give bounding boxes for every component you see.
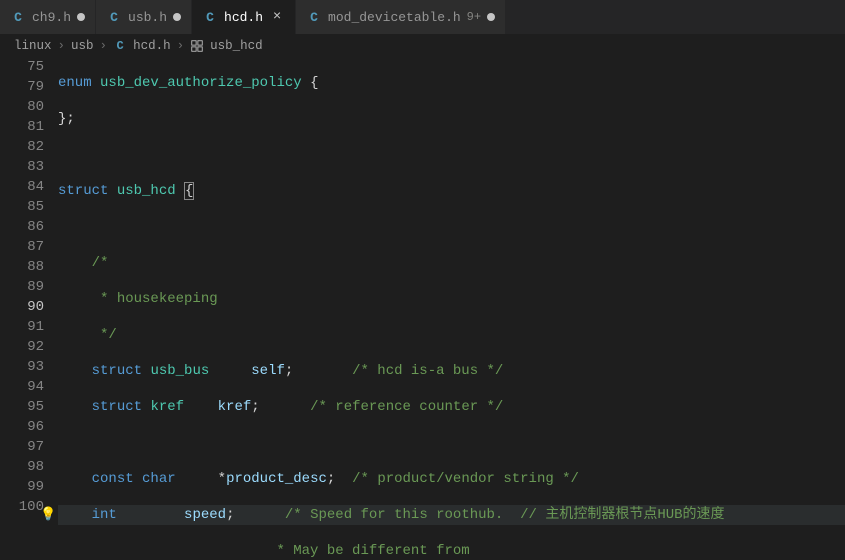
close-icon[interactable]: × xyxy=(269,9,285,25)
dirty-indicator-icon xyxy=(173,13,181,21)
line-number-gutter: 7579808182838485868788899091929394959697… xyxy=(0,57,58,560)
line-number: 75 xyxy=(0,57,44,77)
line-number: 80 xyxy=(0,97,44,117)
tab-usb[interactable]: C usb.h xyxy=(96,0,192,34)
code-area[interactable]: enum usb_dev_authorize_policy { }; struc… xyxy=(58,57,845,560)
line-number: 99 xyxy=(0,477,44,497)
line-number: 93 xyxy=(0,357,44,377)
c-lang-icon: C xyxy=(202,9,218,25)
editor[interactable]: 7579808182838485868788899091929394959697… xyxy=(0,57,845,560)
code-line[interactable]: /* xyxy=(58,253,845,273)
code-line[interactable]: }; xyxy=(58,109,845,129)
line-number: 98 xyxy=(0,457,44,477)
line-number: 82 xyxy=(0,137,44,157)
chevron-right-icon: › xyxy=(100,39,108,53)
tab-label: ch9.h xyxy=(32,10,71,25)
line-number: 87 xyxy=(0,237,44,257)
tab-ch9[interactable]: C ch9.h xyxy=(0,0,96,34)
code-line[interactable]: */ xyxy=(58,325,845,345)
code-line[interactable] xyxy=(58,433,845,453)
code-line[interactable] xyxy=(58,145,845,165)
breadcrumb: linux › usb › C hcd.h › usb_hcd xyxy=(0,35,845,57)
line-number: 94 xyxy=(0,377,44,397)
chevron-right-icon: › xyxy=(177,39,185,53)
c-lang-icon: C xyxy=(306,9,322,25)
line-number: 95 xyxy=(0,397,44,417)
breadcrumb-segment[interactable]: hcd.h xyxy=(133,39,171,53)
tab-label: mod_devicetable.h xyxy=(328,10,461,25)
line-number: 91 xyxy=(0,317,44,337)
lightbulb-icon[interactable]: 💡 xyxy=(40,505,56,525)
tab-bar: C ch9.h C usb.h C hcd.h × C mod_deviceta… xyxy=(0,0,845,35)
line-number: 79 xyxy=(0,77,44,97)
tab-suffix: 9+ xyxy=(467,10,481,24)
tab-mod-devicetable[interactable]: C mod_devicetable.h 9+ xyxy=(296,0,506,34)
code-line[interactable]: struct kref kref; /* reference counter *… xyxy=(58,397,845,417)
c-lang-icon: C xyxy=(10,9,26,25)
code-line[interactable]: struct usb_bus self; /* hcd is-a bus */ xyxy=(58,361,845,381)
code-line[interactable]: struct usb_hcd { xyxy=(58,181,845,201)
breadcrumb-segment[interactable]: linux xyxy=(14,39,52,53)
code-line[interactable]: * May be different from xyxy=(58,541,845,560)
line-number: 96 xyxy=(0,417,44,437)
code-line[interactable]: * housekeeping xyxy=(58,289,845,309)
line-number: 86 xyxy=(0,217,44,237)
line-number: 85 xyxy=(0,197,44,217)
line-number: 84 xyxy=(0,177,44,197)
dirty-indicator-icon xyxy=(487,13,495,21)
code-line[interactable]: const char *product_desc; /* product/ven… xyxy=(58,469,845,489)
line-number: 90 xyxy=(0,297,44,317)
c-lang-icon: C xyxy=(106,9,122,25)
code-line[interactable]: 💡 int speed; /* Speed for this roothub. … xyxy=(58,505,845,525)
struct-symbol-icon xyxy=(190,39,204,53)
line-number: 89 xyxy=(0,277,44,297)
line-number: 92 xyxy=(0,337,44,357)
dirty-indicator-icon xyxy=(77,13,85,21)
tab-label: usb.h xyxy=(128,10,167,25)
breadcrumb-segment[interactable]: usb xyxy=(71,39,94,53)
c-lang-icon: C xyxy=(113,39,127,53)
line-number: 81 xyxy=(0,117,44,137)
line-number: 100 xyxy=(0,497,44,517)
tab-label: hcd.h xyxy=(224,10,263,25)
code-line[interactable] xyxy=(58,217,845,237)
breadcrumb-segment[interactable]: usb_hcd xyxy=(210,39,263,53)
line-number: 97 xyxy=(0,437,44,457)
tab-hcd[interactable]: C hcd.h × xyxy=(192,0,296,34)
chevron-right-icon: › xyxy=(58,39,66,53)
line-number: 88 xyxy=(0,257,44,277)
code-line[interactable]: enum usb_dev_authorize_policy { xyxy=(58,73,845,93)
line-number: 83 xyxy=(0,157,44,177)
